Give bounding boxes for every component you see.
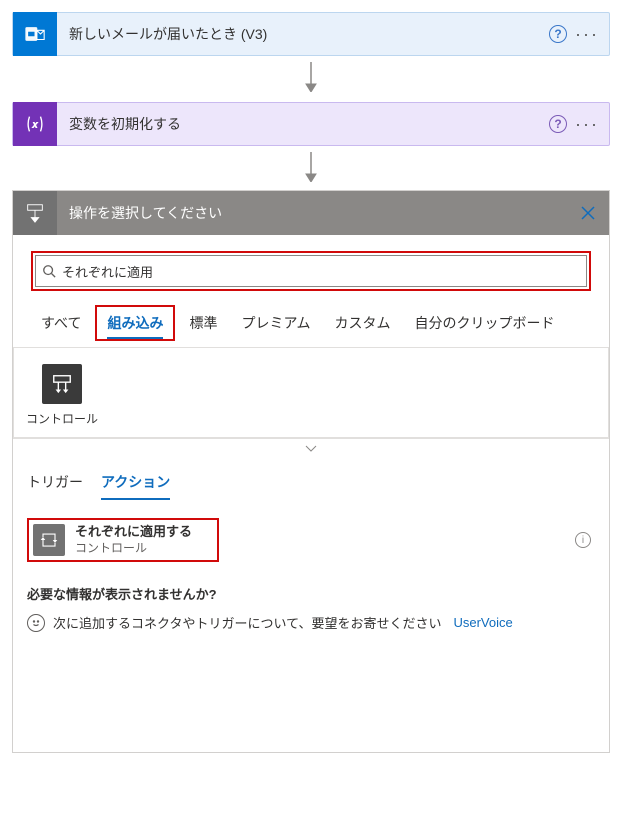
tab-all[interactable]: すべて: [31, 307, 91, 339]
tab-standard[interactable]: 標準: [179, 307, 227, 339]
search-value: それぞれに適用: [62, 262, 153, 281]
help-icon[interactable]: ?: [549, 25, 567, 43]
chooser-icon: [13, 191, 57, 235]
search-input[interactable]: それぞれに適用: [35, 255, 587, 287]
action-subtitle: コントロール: [75, 541, 192, 557]
chooser-header: 操作を選択してください: [13, 191, 609, 235]
info-icon[interactable]: i: [575, 532, 591, 548]
outlook-icon: [13, 12, 57, 56]
svg-text:x: x: [32, 120, 38, 130]
init-variable-step-card[interactable]: x 変数を初期化する ? ···: [12, 102, 610, 146]
tab-clipboard[interactable]: 自分のクリップボード: [405, 307, 565, 339]
tab-premium[interactable]: プレミアム: [231, 307, 320, 339]
tab-custom[interactable]: カスタム: [325, 307, 401, 339]
loop-icon: [33, 524, 65, 556]
chooser-title: 操作を選択してください: [57, 203, 567, 223]
trigger-action-tabs: トリガー アクション: [13, 456, 609, 500]
help-icon[interactable]: ?: [549, 115, 567, 133]
trigger-step-card[interactable]: 新しいメールが届いたとき (V3) ? ···: [12, 12, 610, 56]
feedback-text: 次に追加するコネクタやトリガーについて、要望をお寄せください: [53, 613, 441, 632]
arrow-down-icon: [12, 56, 610, 102]
arrow-down-icon: [12, 146, 610, 190]
connector-grid: コントロール: [13, 347, 609, 438]
category-tabs: すべて 組み込み 標準 プレミアム カスタム 自分のクリップボード: [31, 305, 591, 341]
search-highlight: それぞれに適用: [31, 251, 591, 291]
collapse-toggle[interactable]: [13, 438, 609, 456]
control-icon: [42, 364, 82, 404]
action-list: それぞれに適用する コントロール i: [13, 500, 609, 580]
subtab-actions[interactable]: アクション: [101, 472, 170, 500]
action-chooser-panel: 操作を選択してください それぞれに適用 すべて 組み込み 標準 プレミアム カス…: [12, 190, 610, 753]
subtab-triggers[interactable]: トリガー: [27, 472, 83, 500]
close-button[interactable]: [567, 192, 609, 234]
connector-control-label: コントロール: [26, 410, 98, 427]
variable-icon: x: [13, 102, 57, 146]
missing-info-title: 必要な情報が表示されませんか?: [27, 584, 595, 603]
init-variable-step-title: 変数を初期化する: [57, 114, 549, 134]
tab-builtin[interactable]: 組み込み: [95, 305, 175, 341]
feedback-area: 必要な情報が表示されませんか? 次に追加するコネクタやトリガーについて、要望をお…: [13, 580, 609, 752]
smile-icon: [27, 614, 45, 632]
uservoice-link[interactable]: UserVoice: [453, 615, 512, 630]
trigger-step-title: 新しいメールが届いたとき (V3): [57, 24, 549, 44]
more-icon[interactable]: ···: [575, 24, 599, 45]
more-icon[interactable]: ···: [575, 114, 599, 135]
action-title: それぞれに適用する: [75, 524, 192, 541]
action-highlight: それぞれに適用する コントロール: [27, 518, 219, 562]
action-apply-to-each[interactable]: それぞれに適用する コントロール: [33, 524, 213, 556]
connector-control[interactable]: コントロール: [28, 364, 96, 427]
search-icon: [42, 264, 56, 278]
